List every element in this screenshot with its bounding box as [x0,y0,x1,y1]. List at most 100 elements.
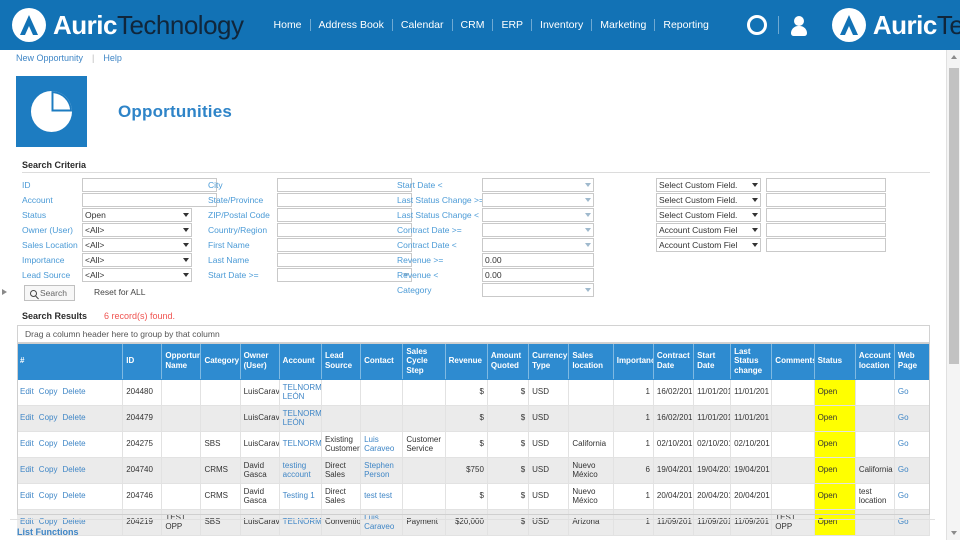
table-row[interactable]: Edit Copy Delete 204275 SBS LuisCarav TELNORM E… [17,431,931,458]
select-last-status-change-lt[interactable] [482,208,594,222]
col-header-contact[interactable]: Contact [360,343,404,380]
table-row[interactable]: Edit Copy Delete 204480 LuisCarav TELNORM LEÓ… [17,379,931,406]
cell-account[interactable]: TELNORM [279,431,322,458]
cell-web-page-link[interactable]: Go [898,413,909,422]
cell-account-link[interactable]: TELNORM [283,439,321,448]
nav-item-reporting[interactable]: Reporting [655,19,717,31]
list-functions-link[interactable]: List Functions [17,527,79,537]
col-header-status[interactable]: Status [814,343,856,380]
col-header-sales-cycle-step[interactable]: Sales Cycle Step [402,343,446,380]
select-start-date-gte[interactable] [277,268,412,282]
col-header-sales-location[interactable]: Sales location [568,343,614,380]
select-owner[interactable]: <All> [82,223,192,237]
input-first-name[interactable] [277,238,412,252]
row-action-delete-link[interactable]: Delete [62,491,85,500]
col-header-start-date[interactable]: Start Date [693,343,732,380]
scrollbar-thumb[interactable] [949,68,959,364]
cell-account-link[interactable]: TELNORM LEÓN [283,409,321,428]
cell-account[interactable]: testing account [279,457,322,484]
input-account-custom-field-2[interactable] [766,238,886,252]
row-action-delete-link[interactable]: Delete [62,413,85,422]
table-row[interactable]: Edit Copy Delete 204479 LuisCarav TELNORM LEÓ… [17,405,931,432]
row-action-edit-link[interactable]: Edit [20,439,34,448]
input-city[interactable] [277,178,412,192]
nav-item-home[interactable]: Home [266,19,311,31]
col-header-account[interactable]: Account [279,343,322,380]
col-header-comments[interactable]: Comments [771,343,815,380]
row-action-delete-link[interactable]: Delete [62,439,85,448]
cell-contact[interactable] [360,405,404,432]
left-panel-expand-caret[interactable] [2,289,7,295]
cell-web-page-link[interactable]: Go [898,387,909,396]
col-header-index[interactable]: # [17,343,124,380]
cell-contact-link[interactable]: Stephen Person [364,461,394,480]
col-header-revenue[interactable]: Revenue [445,343,488,380]
select-sales-location[interactable]: <All> [82,238,192,252]
gear-icon[interactable] [746,15,767,35]
row-action-copy-link[interactable]: Copy [39,413,58,422]
col-header-contract-date[interactable]: Contract Date [653,343,695,380]
select-account-custom-field-1[interactable]: Account Custom Fiel [656,223,761,237]
nav-item-erp[interactable]: ERP [493,19,533,31]
col-header-lead-source[interactable]: Lead Source [321,343,362,380]
select-last-status-change-gte[interactable] [482,193,594,207]
brand-logo-left[interactable]: AuricTechnology [12,8,244,42]
help-link[interactable]: Help [103,53,122,63]
col-header-web-page[interactable]: Web Page [894,343,931,380]
scroll-down-arrow-icon[interactable] [947,526,960,540]
page-scrollbar[interactable] [946,50,960,540]
cell-contact-link[interactable]: Luis Caraveo [364,435,394,454]
input-custom-field-1[interactable] [766,178,886,192]
nav-item-address-book[interactable]: Address Book [311,19,393,31]
cell-web-page[interactable]: Go [894,379,931,406]
cell-contact-link[interactable]: Luis Caraveo [364,513,394,532]
cell-web-page-link[interactable]: Go [898,439,909,448]
new-opportunity-link[interactable]: New Opportunity [16,53,83,63]
row-action-copy-link[interactable]: Copy [39,387,58,396]
table-row[interactable]: Edit Copy Delete 204219 TEST OPP SBS LuisCarav… [17,509,931,536]
select-category[interactable] [482,283,594,297]
cell-account[interactable]: TELNORM LEÓN [279,405,322,432]
row-action-copy-link[interactable]: Copy [39,491,58,500]
table-row[interactable]: Edit Copy Delete 204740 CRMS David Gasca testi… [17,457,931,484]
col-header-id[interactable]: ID [122,343,163,380]
input-account-custom-field-1[interactable] [766,223,886,237]
user-icon[interactable] [790,15,808,36]
select-account-custom-field-2[interactable]: Account Custom Fiel [656,238,761,252]
input-country-region[interactable] [277,223,412,237]
input-id[interactable] [82,178,217,192]
cell-contact[interactable]: Luis Caraveo [360,509,404,536]
input-state-province[interactable] [277,193,412,207]
row-action-delete-link[interactable]: Delete [62,465,85,474]
table-row[interactable]: Edit Copy Delete 204746 CRMS David Gasca Testi… [17,483,931,510]
nav-item-crm[interactable]: CRM [453,19,494,31]
input-custom-field-2[interactable] [766,193,886,207]
select-contract-date-gte[interactable] [482,223,594,237]
row-action-copy-link[interactable]: Copy [39,439,58,448]
cell-web-page-link[interactable]: Go [898,465,909,474]
row-action-copy-link[interactable]: Copy [39,465,58,474]
cell-account-link[interactable]: testing account [283,461,311,480]
col-header-last-status-change[interactable]: Last Status change [730,343,773,380]
cell-account[interactable]: TELNORM LEÓN [279,379,322,406]
cell-contact-link[interactable]: test test [364,491,392,500]
select-custom-field-1[interactable]: Select Custom Field. [656,178,761,192]
row-action-edit-link[interactable]: Edit [20,465,34,474]
row-action-edit-link[interactable]: Edit [20,387,34,396]
group-by-dropzone[interactable]: Drag a column header here to group by th… [17,325,930,343]
cell-web-page[interactable]: Go [894,509,931,536]
select-start-date-lt[interactable] [482,178,594,192]
cell-contact[interactable]: Luis Caraveo [360,431,404,458]
col-header-opportunity-name[interactable]: Opportunity Name [161,343,202,380]
nav-item-marketing[interactable]: Marketing [592,19,656,31]
cell-web-page[interactable]: Go [894,483,931,510]
nav-item-calendar[interactable]: Calendar [393,19,453,31]
input-zip-postal-code[interactable] [277,208,412,222]
cell-contact[interactable]: Stephen Person [360,457,404,484]
select-custom-field-3[interactable]: Select Custom Field. [656,208,761,222]
input-revenue-gte[interactable] [482,253,594,267]
cell-web-page[interactable]: Go [894,405,931,432]
col-header-category[interactable]: Category [200,343,241,380]
row-action-edit-link[interactable]: Edit [20,491,34,500]
cell-web-page[interactable]: Go [894,431,931,458]
